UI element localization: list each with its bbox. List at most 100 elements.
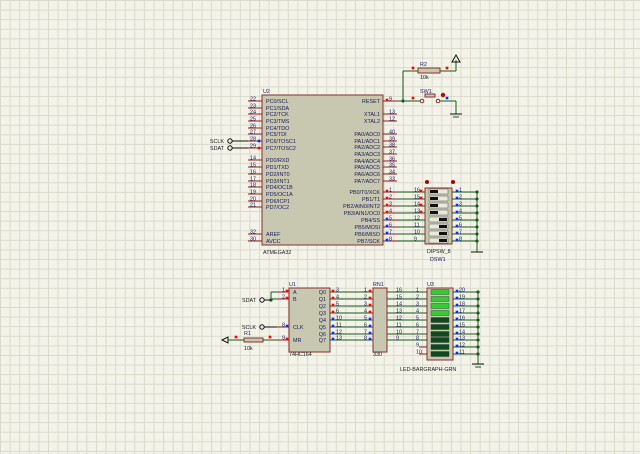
u1-pin-name: A	[293, 290, 297, 296]
u2-pin-name: AREF	[266, 232, 281, 238]
u2-pin-number: 37	[389, 150, 395, 156]
u2-pin-name: PC3/TMS	[266, 119, 290, 125]
dsw1-pin-number: 8	[459, 237, 462, 243]
u2-pin-name: PA6/ADC6	[354, 172, 380, 178]
dip-switch-lever	[430, 190, 438, 193]
rn1-body[interactable]	[372, 287, 388, 353]
sclk-terminal[interactable]	[227, 138, 233, 144]
pin-state-marker	[419, 210, 423, 214]
power-terminal-icon	[220, 336, 229, 344]
u2-pin-number: 33	[389, 177, 395, 183]
u2-pin-number: 6	[389, 223, 392, 229]
pin-state-marker	[385, 189, 389, 193]
pin-state-marker	[455, 317, 459, 321]
pin-state-marker	[455, 224, 459, 228]
u2-pin-name: PC0/SCL	[266, 99, 288, 105]
dsw1-pin-number: 11	[414, 223, 420, 229]
pin-state-marker	[368, 317, 372, 321]
pin-state-marker	[331, 296, 335, 300]
u3-pin-number: 5	[416, 316, 419, 322]
rn1-ref-label: RN1	[373, 282, 384, 288]
pin-state-marker	[385, 231, 389, 235]
u1-pin-name: Q1	[319, 297, 326, 303]
u1-pin-name: MR	[293, 338, 301, 344]
u2-pin-number: 32	[250, 230, 256, 236]
led-segment-5	[430, 317, 450, 323]
u2-pin-name: PB5/MOSI	[355, 225, 380, 231]
u3-pin-number: 6	[416, 323, 419, 329]
pin-state-marker	[455, 289, 459, 293]
u2-pin-name: XTAL1	[364, 112, 380, 118]
sdat-terminal[interactable]	[227, 145, 233, 151]
pin-state-marker	[234, 335, 238, 339]
dsw1-pin-number: 7	[459, 230, 462, 236]
u3-pin-number: 1	[416, 288, 419, 294]
u1-pin-number: 11	[336, 323, 342, 329]
u3-pin-number: 13	[459, 336, 465, 342]
u2-pin-number: 5	[389, 216, 392, 222]
pin-state-marker	[445, 96, 449, 100]
u1-pin-number: 9	[282, 336, 285, 342]
dip-switch-lever	[430, 204, 438, 207]
sdat-terminal[interactable]	[259, 297, 265, 303]
dsw1-part-label: DIPSW_8	[427, 249, 451, 255]
u1-ref-label: U1	[289, 282, 296, 288]
pin-state-marker	[331, 337, 335, 341]
u2-pin-name: PB2/AIN0/INT2	[343, 204, 380, 210]
u2-pin-number: 38	[389, 143, 395, 149]
u2-pin-number: 8	[389, 237, 392, 243]
u2-pin-number: 1	[389, 188, 392, 194]
dsw1-pin-number: 10	[414, 230, 420, 236]
dip-switch-lever	[439, 218, 447, 221]
rn1-pin-number: 1	[364, 288, 367, 294]
u2-pin-name: PC6/TOSC1	[266, 139, 296, 145]
r2-ref-label: R2	[420, 62, 427, 68]
u2-pin-name: PB7/SCK	[357, 239, 380, 245]
u3-pin-number: 15	[459, 323, 465, 329]
pin-state-marker	[331, 324, 335, 328]
sw1-button[interactable]	[424, 93, 436, 98]
u2-pin-name: XTAL2	[364, 119, 380, 125]
u2-pin-number: 4	[389, 209, 392, 215]
pin-state-marker	[385, 217, 389, 221]
sclk-terminal-label: SCLK	[210, 139, 224, 145]
schematic-canvas[interactable]: U2ATMEGA3222 PC0/SCL23 PC1/SDA24 PC2/TCK25 P…	[0, 0, 640, 454]
u1-pin-number: 1	[282, 288, 285, 294]
r1-resistor[interactable]	[243, 337, 264, 343]
u3-pin-number: 19	[459, 295, 465, 301]
dip-switch-lever	[430, 197, 438, 200]
u2-pin-number: 18	[250, 183, 256, 189]
u2-pin-name: PA3/ADC3	[354, 152, 380, 158]
u2-pin-name: PC2/TCK	[266, 112, 289, 118]
pin-state-marker	[385, 203, 389, 207]
rn1-pin-number: 11	[396, 323, 402, 329]
pin-state-marker	[411, 66, 415, 70]
u2-pin-name: PD1/TXD	[266, 165, 289, 171]
pin-state-marker	[368, 337, 372, 341]
sdat-terminal-label: SDAT	[242, 298, 257, 304]
u3-pin-number: 2	[416, 295, 419, 301]
sw1-actuator-icon[interactable]	[440, 92, 446, 98]
rn1-pin-number: 12	[396, 316, 402, 322]
u2-pin-number: 13	[389, 110, 395, 116]
sclk-terminal[interactable]	[259, 324, 265, 330]
u3-part-label: LED-BARGRAPH-GRN	[400, 367, 456, 373]
u2-pin-name: PD0/RXD	[266, 158, 289, 164]
led-segment-9	[430, 344, 450, 350]
u2-pin-number: 15	[250, 163, 256, 169]
r2-resistor[interactable]	[417, 67, 441, 74]
u2-pin-number: 28	[250, 137, 256, 143]
r1-ref-label: R1	[244, 331, 251, 337]
pin-state-marker	[455, 189, 459, 193]
u3-pin-number: 17	[459, 309, 465, 315]
pin-state-marker	[368, 324, 372, 328]
dsw1-pin-number: 2	[459, 195, 462, 201]
rn1-pin-number: 4	[364, 309, 367, 315]
pin-state-marker	[455, 303, 459, 307]
led-segment-1	[430, 289, 450, 295]
u2-pin-name: PD7/OC2	[266, 205, 289, 211]
u2-pin-name: PC7/TOSC2	[266, 146, 296, 152]
led-segment-6	[430, 324, 450, 330]
led-segment-8	[430, 337, 450, 343]
u2-pin-name: PA7/ADC7	[354, 179, 380, 185]
